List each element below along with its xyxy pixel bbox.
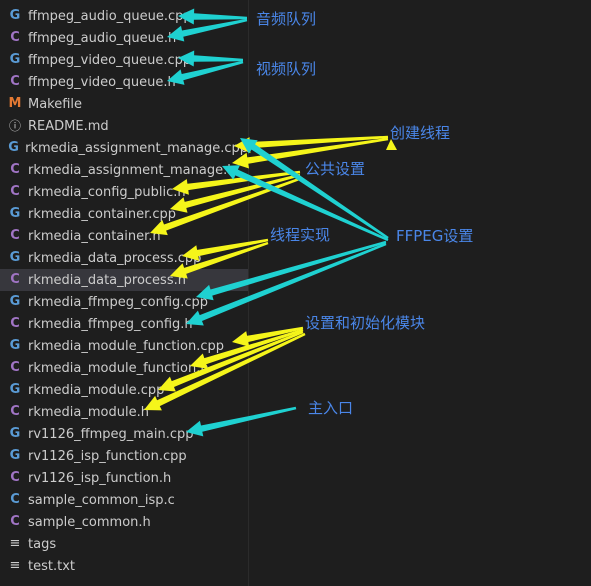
yellow-arrow-module-h bbox=[144, 332, 306, 411]
annotation-module-init: 设置和初始化模块 bbox=[305, 314, 426, 332]
cyan-arrow-main-cpp bbox=[186, 406, 297, 437]
yellow-arrow-module-cpp bbox=[158, 330, 304, 392]
annotation-video-queue: 视频队列 bbox=[256, 60, 317, 78]
annotation-create-thread: 创建线程 bbox=[390, 124, 451, 142]
cyan-arrow-video-h bbox=[167, 60, 244, 85]
annotation-arrows bbox=[144, 8, 397, 437]
annotation-main-entry: 主入口 bbox=[308, 399, 354, 417]
cyan-arrow-audio-h bbox=[167, 18, 248, 42]
annotation-audio-queue: 音频队列 bbox=[256, 10, 317, 28]
annotation-ffpeg-settings: FFPEG设置 bbox=[396, 227, 474, 245]
annotation-thread-impl: 线程实现 bbox=[270, 226, 331, 244]
annotation-public-settings: 公共设置 bbox=[305, 160, 366, 178]
